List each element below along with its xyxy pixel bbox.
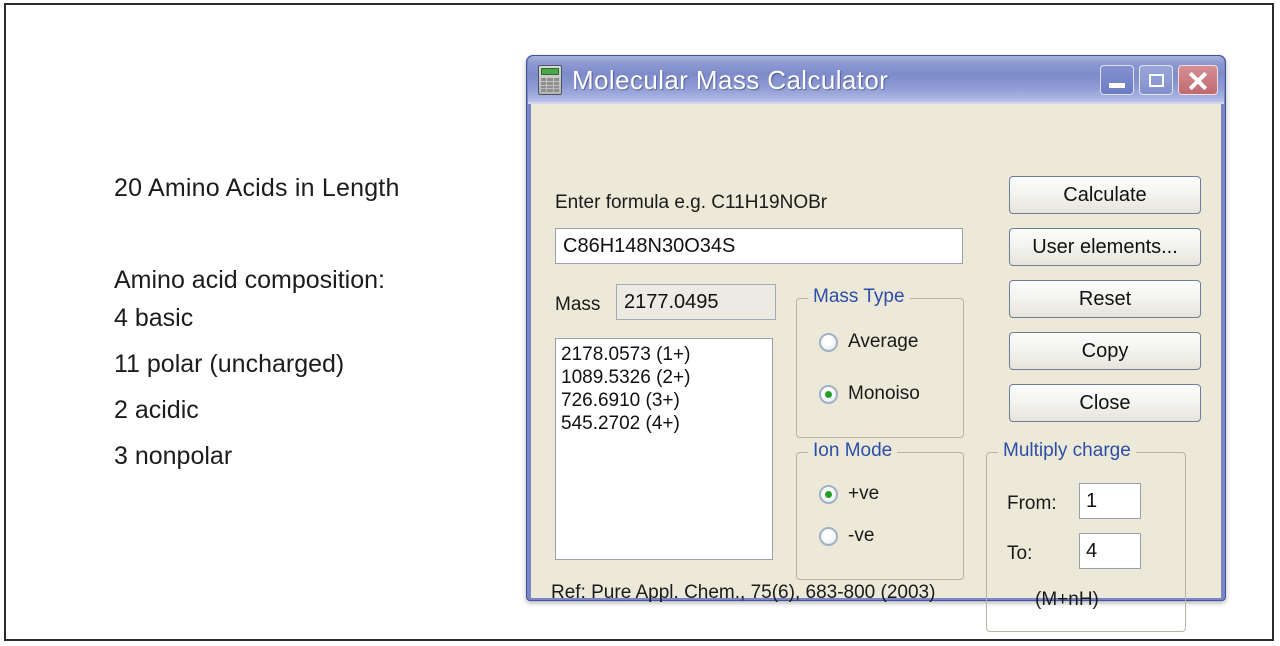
from-input[interactable]: 1 <box>1079 483 1141 519</box>
calculate-button[interactable]: Calculate <box>1009 176 1201 214</box>
reset-button[interactable]: Reset <box>1009 280 1201 318</box>
notes-line-nonpolar: 3 nonpolar <box>114 442 233 470</box>
radio-icon-selected <box>819 484 838 504</box>
dialog-body: Enter formula e.g. C11H19NOBr C86H148N30… <box>531 104 1221 632</box>
minimize-icon[interactable] <box>1100 65 1134 95</box>
close-icon[interactable] <box>1178 65 1218 95</box>
mass-type-legend: Mass Type <box>808 286 910 308</box>
to-label: To: <box>1007 543 1033 564</box>
window-controls <box>1100 65 1218 95</box>
formula-input[interactable]: C86H148N30O34S <box>555 228 963 264</box>
mass-value-field: 2177.0495 <box>616 284 776 320</box>
radio-ion-mode-negative[interactable]: -ve <box>819 525 874 547</box>
notes-line-basic: 4 basic <box>114 304 194 332</box>
slide-frame: 20 Amino Acids in Length Amino acid comp… <box>4 3 1274 641</box>
radio-label: Average <box>848 331 919 352</box>
molecular-mass-calculator-window: Molecular Mass Calculator Enter formula … <box>526 55 1226 632</box>
radio-ion-mode-positive[interactable]: +ve <box>819 483 879 505</box>
multiply-charge-note: (M+nH) <box>1035 589 1099 610</box>
mass-label: Mass <box>555 294 601 315</box>
list-item[interactable]: 726.6910 (3+) <box>561 389 767 412</box>
radio-label: +ve <box>848 483 880 504</box>
radio-mass-type-monoiso[interactable]: Monoiso <box>819 383 920 405</box>
user-elements-button[interactable]: User elements... <box>1009 228 1201 266</box>
copy-button[interactable]: Copy <box>1009 332 1201 370</box>
list-item[interactable]: 1089.5326 (2+) <box>561 366 767 389</box>
radio-icon-selected <box>819 384 838 404</box>
maximize-icon[interactable] <box>1139 65 1173 95</box>
notes-heading: 20 Amino Acids in Length <box>114 174 400 202</box>
ion-mode-legend: Ion Mode <box>808 440 898 462</box>
radio-icon <box>819 526 838 546</box>
ion-mode-group: Ion Mode +ve -ve <box>796 440 964 580</box>
close-button[interactable]: Close <box>1009 384 1201 422</box>
slide-notes: 20 Amino Acids in Length Amino acid comp… <box>114 173 484 479</box>
notes-subheading: Amino acid composition: <box>114 266 385 294</box>
window-title: Molecular Mass Calculator <box>572 64 889 95</box>
list-item[interactable]: 2178.0573 (1+) <box>561 343 767 366</box>
notes-spacer <box>114 203 484 265</box>
multiply-charge-legend: Multiply charge <box>998 440 1136 462</box>
notes-line-acidic: 2 acidic <box>114 396 199 424</box>
from-label: From: <box>1007 493 1057 514</box>
radio-label: Monoiso <box>848 383 920 404</box>
radio-icon <box>819 332 838 352</box>
radio-label: -ve <box>848 525 875 546</box>
results-listbox[interactable]: 2178.0573 (1+) 1089.5326 (2+) 726.6910 (… <box>555 338 773 560</box>
mass-type-group: Mass Type Average Monoiso <box>796 286 964 438</box>
window-titlebar[interactable]: Molecular Mass Calculator <box>528 56 1224 104</box>
list-item[interactable]: 545.2702 (4+) <box>561 412 767 435</box>
formula-prompt-label: Enter formula e.g. C11H19NOBr <box>555 192 828 213</box>
multiply-charge-group: Multiply charge From: 1 To: 4 (M+nH) <box>986 440 1186 632</box>
notes-line-polar: 11 polar (uncharged) <box>114 350 345 378</box>
reference-text: Ref: Pure Appl. Chem., 75(6), 683-800 (2… <box>551 582 936 603</box>
radio-mass-type-average[interactable]: Average <box>819 331 918 353</box>
calculator-icon <box>538 65 562 95</box>
to-input[interactable]: 4 <box>1079 533 1141 569</box>
